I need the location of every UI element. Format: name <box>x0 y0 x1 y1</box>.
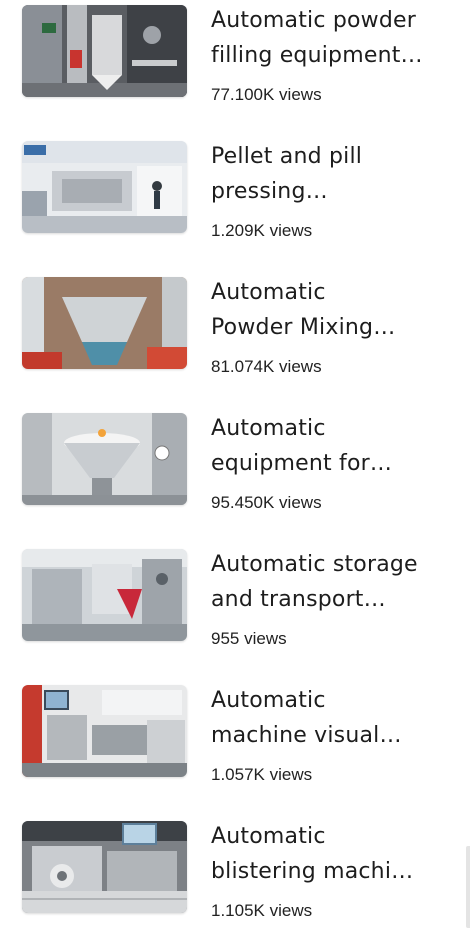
video-thumbnail[interactable] <box>22 685 187 777</box>
video-title[interactable]: Automatic powder filling equipment… <box>211 3 456 73</box>
powder-filling-machine-image <box>22 5 187 97</box>
video-title[interactable]: Automatic blistering machi… <box>211 819 456 889</box>
video-thumbnail[interactable] <box>22 413 187 505</box>
video-title[interactable]: Pellet and pill pressing… <box>211 139 456 209</box>
video-title-line: Automatic <box>211 688 326 713</box>
video-title-line: Automatic <box>211 416 326 441</box>
side-panel-edge <box>466 846 470 928</box>
video-title-line: equipment for… <box>211 451 393 476</box>
video-title[interactable]: Automatic machine visual… <box>211 683 456 753</box>
view-count: 1.057K views <box>211 765 313 784</box>
view-count: 95.450K views <box>211 493 322 512</box>
view-count: 77.100K views <box>211 85 322 104</box>
video-title-line: Automatic powder <box>211 8 416 33</box>
pill-pressing-exhibition-image <box>22 141 187 233</box>
steel-funnel-equipment-image <box>22 413 187 505</box>
video-thumbnail[interactable] <box>22 821 187 913</box>
video-title-line: blistering machi… <box>211 859 414 884</box>
video-title-line: Pellet and pill <box>211 144 363 169</box>
video-card[interactable]: Automatic powder filling equipment… 77.1… <box>0 0 470 120</box>
powder-mixing-hopper-image <box>22 277 187 369</box>
video-title-line: machine visual… <box>211 723 402 748</box>
video-title-line: filling equipment… <box>211 43 423 68</box>
view-count: 955 views <box>211 629 287 648</box>
video-thumbnail[interactable] <box>22 277 187 369</box>
video-card[interactable]: Automatic equipment for… 95.450K views <box>0 408 470 528</box>
view-count: 81.074K views <box>211 357 322 376</box>
blistering-machine-image <box>22 821 187 913</box>
video-card[interactable]: Automatic Powder Mixing… 81.074K views <box>0 272 470 392</box>
video-title[interactable]: Automatic equipment for… <box>211 411 456 481</box>
video-title[interactable]: Automatic Powder Mixing… <box>211 275 456 345</box>
video-title[interactable]: Automatic storage and transport… <box>211 547 456 617</box>
video-thumbnail[interactable] <box>22 5 187 97</box>
video-thumbnail[interactable] <box>22 141 187 233</box>
video-thumbnail[interactable] <box>22 549 187 641</box>
video-title-line: and transport… <box>211 587 386 612</box>
video-card[interactable]: Pellet and pill pressing… 1.209K views <box>0 136 470 256</box>
view-count: 1.105K views <box>211 901 313 920</box>
video-card[interactable]: Automatic storage and transport… 955 vie… <box>0 544 470 664</box>
visual-inspection-machine-image <box>22 685 187 777</box>
video-title-line: Automatic <box>211 280 326 305</box>
storage-transport-machine-image <box>22 549 187 641</box>
video-card[interactable]: Automatic blistering machi… 1.105K views <box>0 816 470 936</box>
view-count: 1.209K views <box>211 221 313 240</box>
video-title-line: pressing… <box>211 179 328 204</box>
video-title-line: Automatic <box>211 824 326 849</box>
video-card[interactable]: Automatic machine visual… 1.057K views <box>0 680 470 800</box>
video-title-line: Powder Mixing… <box>211 315 396 340</box>
video-title-line: Automatic storage <box>211 552 418 577</box>
